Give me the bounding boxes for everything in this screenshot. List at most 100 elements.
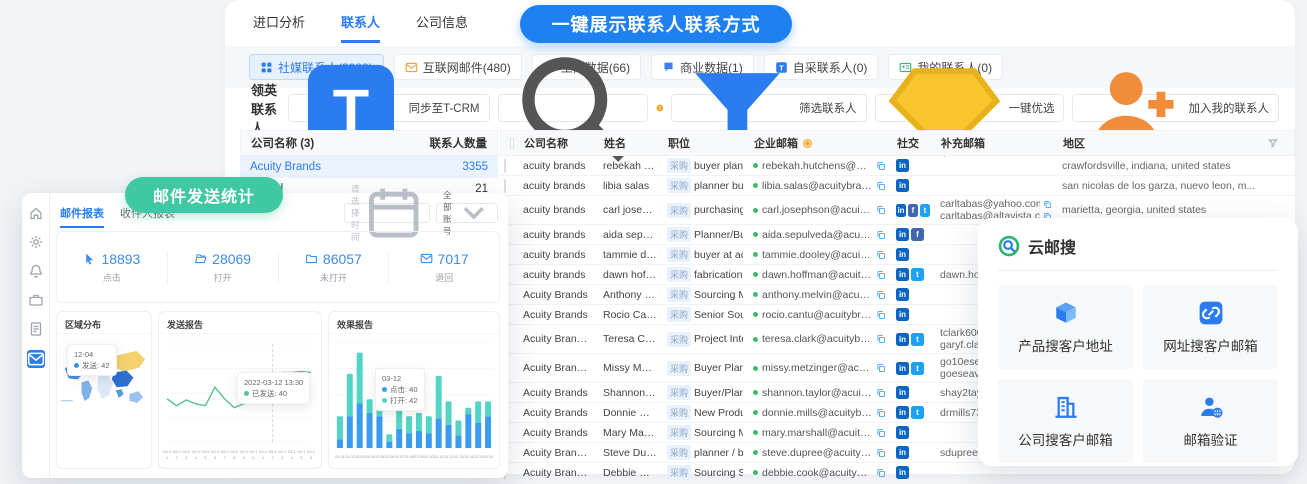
svg-text:03-0: 03-0 [221, 449, 230, 454]
filter-icon[interactable] [1267, 137, 1279, 149]
position-tag: 采购 [667, 405, 691, 420]
twitter-icon[interactable]: t [911, 333, 924, 346]
tab-邮件报表[interactable]: 邮件报表 [60, 205, 104, 228]
add-to-my-contacts-button[interactable]: 加入我的联系人 [1072, 94, 1279, 122]
copy-icon[interactable] [876, 290, 886, 300]
linkedin-icon[interactable]: in [896, 446, 909, 459]
account-select[interactable]: 全部账号 [436, 203, 498, 223]
tab-公司信息[interactable]: 公司信息 [416, 12, 468, 43]
link-icon [1198, 300, 1224, 326]
one-click-optimize-button[interactable]: 一键优选 [875, 94, 1065, 122]
cloud-card-产品搜客户地址[interactable]: 产品搜客户地址 [998, 285, 1133, 369]
tab-进口分析[interactable]: 进口分析 [253, 12, 305, 43]
copy-icon[interactable] [876, 363, 886, 373]
linkedin-icon[interactable]: in [896, 248, 909, 261]
header-extra: 补充邮箱 [936, 135, 1058, 151]
contact-company: Acuity Brands [518, 307, 598, 323]
folder-icon [305, 252, 318, 265]
contact-email: teresa.clark@acuitybrands.com [748, 331, 891, 347]
copy-icon[interactable] [876, 428, 886, 438]
mail-icon[interactable] [27, 350, 45, 368]
copy-icon[interactable] [876, 468, 886, 478]
copy-icon[interactable] [876, 230, 886, 240]
linkedin-icon[interactable]: in [896, 466, 909, 479]
valid-dot [753, 272, 758, 277]
facebook-icon[interactable]: f [908, 204, 918, 217]
contact-email: donnie.mills@acuitybrands.com [748, 405, 891, 421]
copy-icon[interactable] [876, 334, 886, 344]
copy-icon[interactable] [876, 310, 886, 320]
contact-social: inft [891, 202, 935, 219]
cloud-card-公司搜客户邮箱[interactable]: 公司搜客户邮箱 [998, 379, 1133, 463]
linkedin-icon[interactable]: in [896, 204, 906, 217]
gear-icon[interactable] [28, 234, 44, 250]
twitter-icon[interactable]: t [920, 204, 930, 217]
linkedin-icon[interactable]: in [896, 386, 909, 399]
contact-social: in [891, 384, 935, 401]
cloud-card-网址搜客户邮箱[interactable]: 网址搜客户邮箱 [1143, 285, 1278, 369]
chevron-down-icon [456, 195, 491, 230]
linkedin-icon[interactable]: in [896, 159, 909, 172]
filter-contacts-button[interactable]: 筛选联系人 [671, 94, 866, 122]
email-text: anthony.melvin@acuitybrands.com [762, 289, 872, 301]
linkedin-icon[interactable]: in [896, 406, 909, 419]
contact-company: acuity brands [518, 247, 598, 263]
twitter-icon[interactable]: t [911, 406, 924, 419]
email-text: missy.metzinger@acuitybrands.com [762, 362, 872, 374]
company-row[interactable]: Acuity Brands3355 [240, 156, 498, 178]
source-chip[interactable]: 互联网邮件(480) [394, 54, 522, 80]
stat-退回: 7017退回 [389, 251, 499, 284]
copy-icon[interactable] [876, 250, 886, 260]
row-checkbox[interactable] [504, 159, 506, 173]
linkedin-icon[interactable]: in [896, 228, 909, 241]
cloud-search-logo-icon [998, 235, 1020, 257]
svg-text:03-1: 03-1 [288, 449, 297, 454]
svg-text:03-1: 03-1 [269, 449, 278, 454]
bell-icon[interactable] [28, 263, 44, 279]
svg-text:03-03: 03-03 [355, 455, 365, 459]
valid-dot [753, 232, 758, 237]
contact-social: int [891, 266, 935, 283]
facebook-icon[interactable]: f [911, 228, 924, 241]
twitter-icon[interactable]: t [911, 268, 924, 281]
linkedin-icon[interactable]: in [896, 426, 909, 439]
linkedin-icon[interactable]: in [896, 288, 909, 301]
cloud-card-label: 公司搜客户邮箱 [1018, 429, 1113, 449]
copy-icon[interactable] [876, 181, 886, 191]
linkedin-icon[interactable]: in [896, 308, 909, 321]
copy-icon[interactable] [876, 161, 886, 171]
linkedin-icon[interactable]: in [896, 362, 909, 375]
copy-icon[interactable] [876, 448, 886, 458]
sync-tcrm-button[interactable]: T同步至T-CRM [288, 94, 490, 122]
header-email: 企业邮箱 [749, 135, 892, 151]
position-search-box[interactable] [498, 94, 648, 122]
twitter-icon[interactable]: t [911, 362, 924, 375]
send-report-title: 发送报告 [159, 312, 321, 334]
stat-value: 28069 [212, 251, 251, 267]
copy-icon[interactable] [876, 408, 886, 418]
contact-email: dawn.hoffman@acuitybrands.com [748, 267, 891, 283]
svg-text:1: 1 [262, 455, 265, 460]
linkedin-icon[interactable]: in [896, 333, 909, 346]
svg-text:03-0: 03-0 [201, 449, 210, 454]
cloud-card-邮箱验证[interactable]: 邮箱验证 [1143, 379, 1278, 463]
row-checkbox[interactable] [504, 179, 506, 193]
help-icon[interactable]: ? [656, 100, 664, 116]
home-icon[interactable] [28, 205, 44, 221]
linkedin-icon[interactable]: in [896, 179, 909, 192]
copy-icon[interactable] [876, 388, 886, 398]
region-distribution-card: 区域分布 12-04 发送: 42 [56, 311, 152, 469]
copy-icon[interactable] [876, 205, 886, 215]
map-tooltip: 12-04 发送: 42 [67, 344, 117, 376]
date-range-input[interactable]: 请选择时间 [344, 203, 430, 223]
email-text: shannon.taylor@acuitybrands.com [762, 387, 872, 399]
linkedin-icon[interactable]: in [896, 268, 909, 281]
select-all-checkbox[interactable] [510, 138, 514, 149]
copy-icon[interactable] [1043, 200, 1052, 209]
tab-联系人[interactable]: 联系人 [341, 12, 380, 43]
contact-position: 采购fabrication buyer an [662, 265, 748, 284]
email-text: rocio.cantu@acuitybrands.com [762, 309, 872, 321]
briefcase-icon[interactable] [28, 292, 44, 308]
copy-icon[interactable] [876, 270, 886, 280]
doc-icon[interactable] [28, 321, 44, 337]
